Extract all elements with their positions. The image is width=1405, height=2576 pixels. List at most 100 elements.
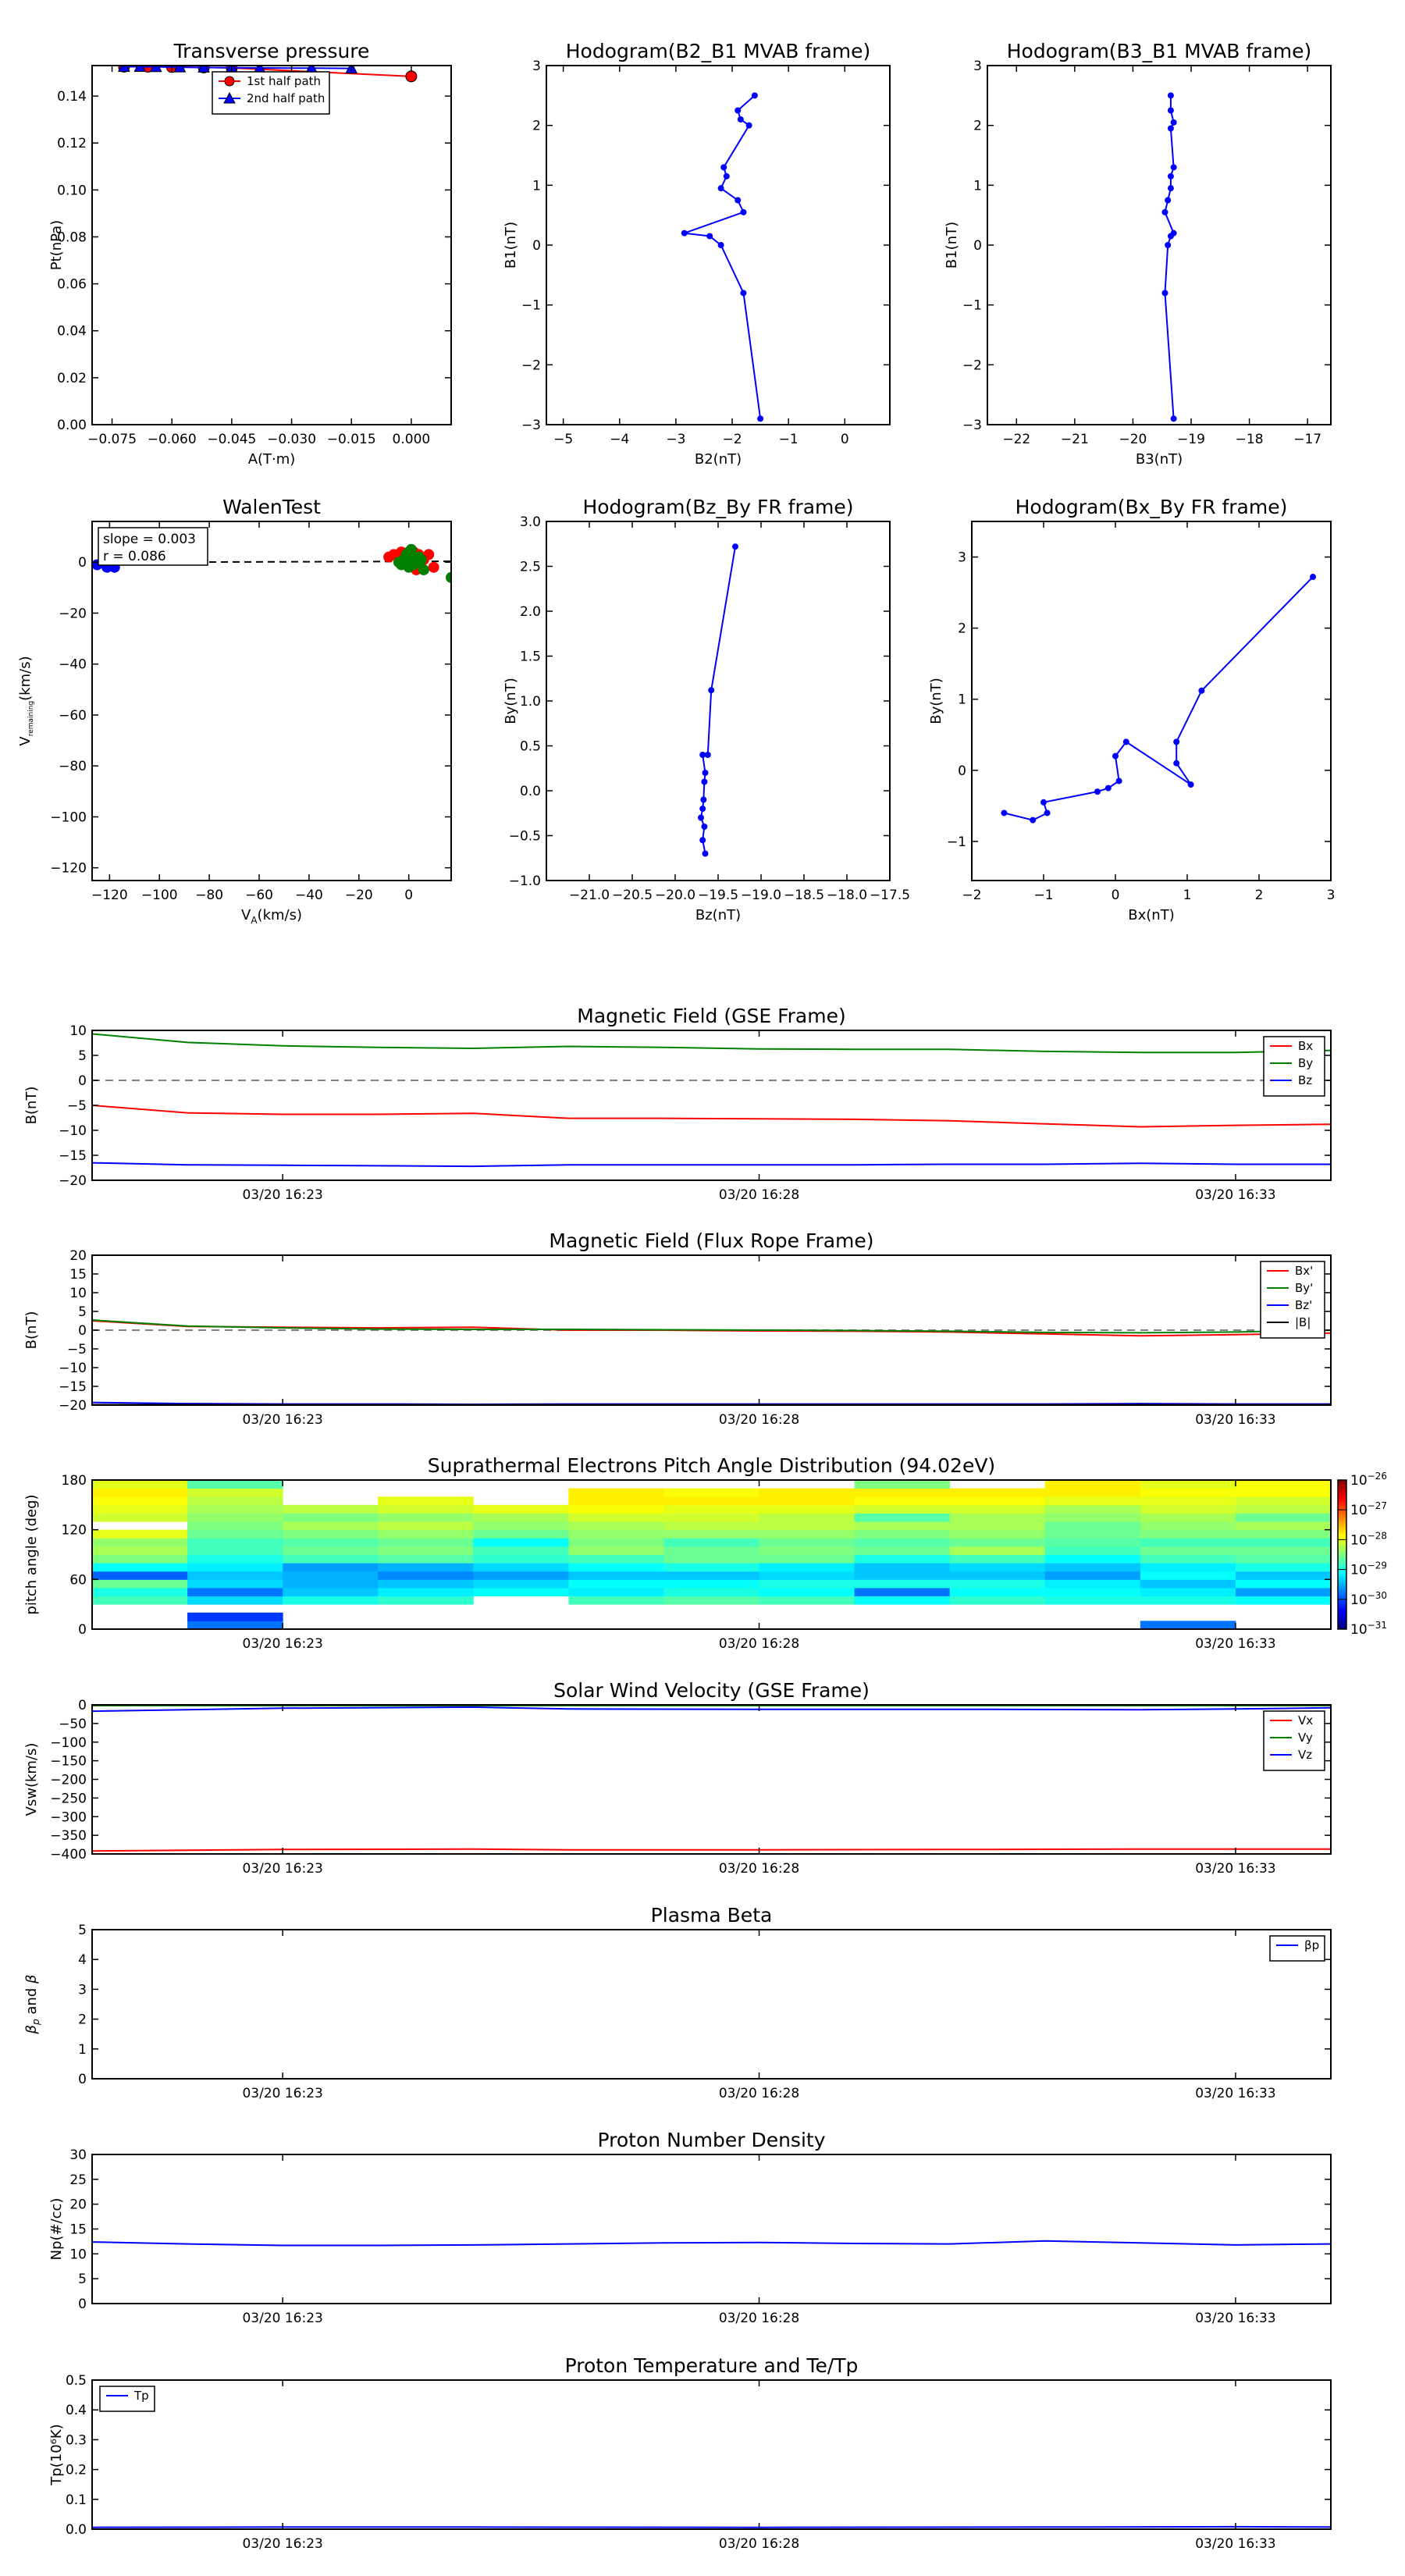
plot-frame <box>987 65 1332 425</box>
heatmap-cell <box>854 1587 951 1597</box>
fit-slope-text: slope = 0.003 <box>103 532 196 547</box>
heatmap-cell <box>1140 1521 1236 1531</box>
heatmap-cell <box>1044 1587 1141 1597</box>
heatmap-cell <box>663 1571 760 1580</box>
heatmap-cell <box>854 1546 951 1555</box>
x-tick-label: −1 <box>779 432 799 447</box>
y-tick-label: 2 <box>78 2012 87 2028</box>
y-tick-label: −3 <box>962 418 982 433</box>
data-point <box>732 543 738 550</box>
y-tick-label: −300 <box>50 1809 87 1825</box>
heatmap-cell <box>283 1529 379 1539</box>
x-tick-label: −120 <box>91 888 128 903</box>
heatmap-cell <box>187 1579 283 1589</box>
y-tick-label: −20 <box>59 1398 87 1414</box>
x-tick-label: 3 <box>1327 888 1336 903</box>
x-axis-label: Bz(nT) <box>695 907 741 923</box>
heatmap-cell <box>949 1538 1046 1547</box>
chart-transverse-pressure: Transverse pressure0.000.020.040.060.080… <box>48 40 452 468</box>
plot-frame <box>91 1704 1332 1855</box>
x-tick-label: 03/20 16:28 <box>719 1636 799 1652</box>
y-tick-label: −150 <box>50 1754 87 1770</box>
heatmap-cell <box>759 1546 855 1555</box>
y-tick-label: 0.0 <box>66 2522 87 2538</box>
y-axis-label: pitch angle (deg) <box>23 1494 40 1614</box>
y-tick-label: −1 <box>962 298 982 314</box>
heatmap-cell <box>759 1571 855 1580</box>
heatmap-cell <box>473 1563 569 1572</box>
heatmap-cell <box>187 1488 283 1497</box>
heatmap-cell <box>1044 1563 1141 1572</box>
heatmap-cell <box>473 1554 569 1564</box>
y-tick-label: 10 <box>69 2247 87 2262</box>
y-tick-label: 20 <box>69 1248 87 1264</box>
y-tick-label: 2.0 <box>520 604 541 620</box>
heatmap-cell <box>949 1529 1046 1539</box>
x-tick-label: 03/20 16:28 <box>719 2311 799 2326</box>
legend-marker <box>224 76 235 87</box>
y-tick-label: 20 <box>69 2197 87 2213</box>
chart-h3: Hodogram(Bz_By FR frame) −1.0 −0.5 0.0 0.5 1.… <box>503 496 910 923</box>
heatmap-cell <box>1044 1496 1141 1506</box>
y-tick-label: 0.5 <box>66 2373 87 2389</box>
series-line <box>92 1848 1331 1852</box>
hodogram-path <box>699 546 736 854</box>
x-tick-label: −0.030 <box>267 432 316 447</box>
data-point <box>1170 119 1177 126</box>
heatmap-cell <box>1044 1546 1141 1555</box>
x-tick-label: 03/20 16:33 <box>1195 2311 1275 2326</box>
chart-vsw: Solar Wind Velocity (GSE Frame) −400 −350 −… <box>23 1679 1332 1877</box>
x-tick-label: −20 <box>345 888 373 903</box>
chart-h4: Hodogram(Bx_By FR frame) −1 0 1 2 3 −2 −1 0 1 2 3 Bx… <box>928 496 1335 923</box>
y-tick-label: −100 <box>50 1735 87 1751</box>
chart-h1: Hodogram(B2_B1 MVAB frame) −3 −2 −1 0 1 2 3 −5 −4… <box>503 40 891 468</box>
x-tick-label: −100 <box>141 888 178 903</box>
x-tick-label: 2 <box>1255 888 1264 903</box>
hodogram-path <box>1164 95 1175 419</box>
heatmap-cell <box>568 1596 664 1605</box>
heatmap-cell <box>92 1571 188 1580</box>
data-point <box>700 796 707 803</box>
data-point <box>757 415 764 422</box>
y-tick-label: −120 <box>50 861 87 877</box>
x-tick-label: 03/20 16:28 <box>719 1861 799 1877</box>
heatmap-cell <box>1044 1579 1141 1589</box>
heatmap-cell <box>854 1480 951 1489</box>
heatmap-cell <box>378 1496 474 1506</box>
heatmap-cell <box>187 1563 283 1572</box>
heatmap-cell <box>92 1513 188 1522</box>
data-point <box>717 242 724 248</box>
heatmap-cell <box>283 1579 379 1589</box>
chart-title: Proton Number Density <box>598 2129 826 2151</box>
y-tick-label: −250 <box>50 1791 87 1806</box>
y-tick-label: 25 <box>69 2172 87 2188</box>
heatmap-cell <box>283 1554 379 1564</box>
legend-label: Tp <box>133 2389 149 2403</box>
heatmap-cell <box>187 1554 283 1564</box>
y-tick-label: −10 <box>59 1361 87 1376</box>
heatmap-cell <box>92 1529 188 1539</box>
y-tick-label: 0.00 <box>57 418 87 433</box>
series-line <box>92 1162 1331 1168</box>
heatmap-cell <box>949 1563 1046 1572</box>
heatmap-cell <box>663 1587 760 1597</box>
y-tick-label: −2 <box>962 358 982 373</box>
data-point <box>699 806 706 812</box>
y-tick-label: −15 <box>59 1148 87 1164</box>
x-tick-label: 0 <box>841 432 849 447</box>
heatmap-cell <box>663 1496 760 1506</box>
heatmap-cell <box>663 1579 760 1589</box>
x-tick-label: 03/20 16:23 <box>242 1187 322 1203</box>
x-tick-label: −21.0 <box>569 888 610 903</box>
colorbar-tick-label: 10−31 <box>1350 1620 1387 1638</box>
plot-frame <box>91 1929 1332 2080</box>
y-tick-label: 0.10 <box>57 183 87 198</box>
data-point <box>1161 208 1168 215</box>
heatmap-cell <box>92 1587 188 1597</box>
heatmap-cell <box>1140 1546 1236 1555</box>
x-tick-label: 0.000 <box>393 432 431 447</box>
y-tick-label: −20 <box>59 606 87 621</box>
heatmap-cell <box>1140 1563 1236 1572</box>
chart-title: Magnetic Field (GSE Frame) <box>577 1005 845 1027</box>
heatmap-cell <box>283 1587 379 1597</box>
